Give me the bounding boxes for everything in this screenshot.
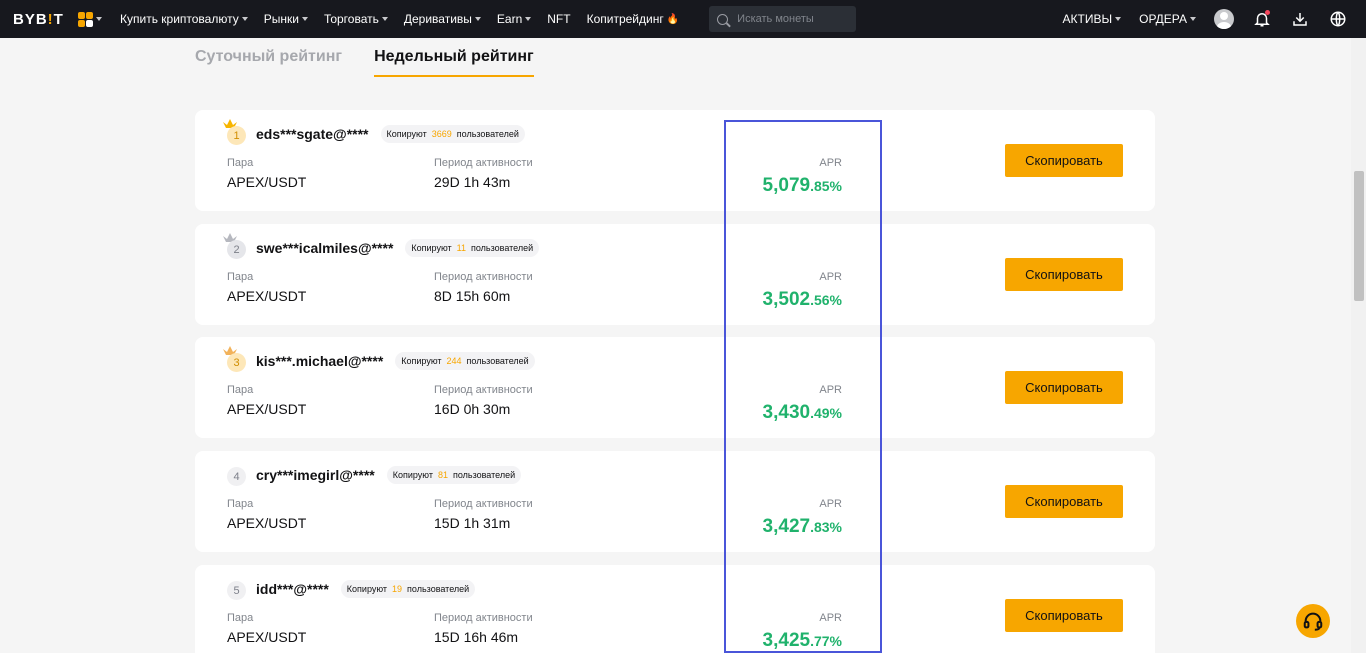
copiers-badge: Копируют 81 пользователей (386, 466, 522, 485)
chevron-down-icon (525, 17, 532, 21)
rank-badge: 5 (227, 581, 246, 600)
period-value: 16D 0h 30m (434, 401, 511, 417)
trader-card: 4 cry***imegirl@**** Копируют 81 пользовате… (195, 451, 1155, 552)
copy-button[interactable]: Скопировать (1005, 485, 1123, 518)
pair-label: Пара (227, 271, 254, 283)
chevron-down-icon (301, 17, 308, 21)
download-button[interactable] (1290, 9, 1310, 29)
nav-buy-crypto[interactable]: Купить криптовалюту (120, 12, 248, 26)
pair-label: Пара (227, 384, 254, 396)
notification-dot (1265, 10, 1270, 15)
bybit-logo[interactable]: BYB!T (13, 11, 63, 28)
copy-button[interactable]: Скопировать (1005, 258, 1123, 291)
nav-trade[interactable]: Торговать (324, 12, 388, 26)
period-label: Период активности (434, 271, 533, 283)
pair-label: Пара (227, 612, 254, 624)
pair-value: APEX/USDT (227, 401, 307, 417)
apr-label: APR (819, 612, 842, 624)
trader-card: 1 eds***sgate@**** Копируют 3669 пользовате… (195, 110, 1155, 211)
period-value: 8D 15h 60m (434, 288, 511, 304)
apr-value: 3,430.49% (762, 402, 842, 423)
nav-copy-trading[interactable]: Копитрейдинг 🔥 (587, 12, 680, 26)
trader-card: 3 kis***.michael@**** Копируют 244 пользова… (195, 337, 1155, 438)
rank-badge: 2 (227, 240, 246, 259)
apr-value: 3,427.83% (762, 516, 842, 537)
nav-markets[interactable]: Рынки (264, 12, 308, 26)
headset-icon (1303, 612, 1323, 631)
scrollbar-thumb[interactable] (1354, 171, 1364, 301)
search-icon (717, 13, 729, 25)
main-nav: Купить криптовалюту Рынки Торговать Дери… (120, 12, 695, 26)
search-input[interactable] (737, 13, 848, 25)
page-scrollbar[interactable] (1351, 38, 1366, 653)
period-value: 15D 16h 46m (434, 629, 519, 645)
apps-grid-icon (78, 11, 93, 27)
trader-name[interactable]: eds***sgate@**** Копируют 3669 пользователе… (256, 125, 525, 144)
trader-card: 2 swe***icalmiles@**** Копируют 11 пользова… (195, 224, 1155, 325)
copy-button[interactable]: Скопировать (1005, 371, 1123, 404)
trader-name[interactable]: idd***@**** Копируют 19 пользователей (256, 580, 476, 599)
trader-name[interactable]: kis***.michael@**** Копируют 244 пользовате… (256, 352, 535, 371)
apr-label: APR (819, 157, 842, 169)
pair-value: APEX/USDT (227, 629, 307, 645)
trader-name[interactable]: cry***imegirl@**** Копируют 81 пользователе… (256, 466, 522, 485)
period-value: 29D 1h 43m (434, 174, 511, 190)
language-button[interactable] (1328, 9, 1348, 29)
rank-badge: 1 (227, 126, 246, 145)
header-right: АКТИВЫ ОРДЕРА (1063, 0, 1366, 38)
top-navigation-bar: BYB!T Купить криптовалюту Рынки Торговат… (0, 0, 1366, 38)
pair-label: Пара (227, 157, 254, 169)
search-box[interactable] (709, 6, 857, 32)
fire-icon: 🔥 (666, 13, 680, 25)
notifications-button[interactable] (1252, 9, 1272, 29)
period-label: Период активности (434, 384, 533, 396)
copiers-badge: Копируют 3669 пользователей (380, 125, 525, 144)
nav-derivatives[interactable]: Деривативы (404, 12, 481, 26)
support-chat-button[interactable] (1296, 604, 1330, 638)
copiers-badge: Копируют 244 пользователей (395, 352, 535, 371)
pair-label: Пара (227, 498, 254, 510)
pair-value: APEX/USDT (227, 174, 307, 190)
tab-daily-rating[interactable]: Суточный рейтинг (195, 38, 342, 77)
tab-weekly-rating[interactable]: Недельный рейтинг (374, 38, 534, 77)
nav-nft[interactable]: NFT (547, 12, 570, 26)
assets-menu[interactable]: АКТИВЫ (1063, 12, 1122, 26)
apr-label: APR (819, 384, 842, 396)
rank-badge: 4 (227, 467, 246, 486)
trader-name[interactable]: swe***icalmiles@**** Копируют 11 пользовате… (256, 239, 540, 258)
period-value: 15D 1h 31m (434, 515, 511, 531)
copiers-badge: Копируют 11 пользователей (405, 239, 540, 258)
apps-menu-button[interactable] (78, 11, 102, 27)
globe-icon (1330, 11, 1346, 27)
download-icon (1293, 13, 1307, 26)
pair-value: APEX/USDT (227, 288, 307, 304)
copiers-badge: Копируют 19 пользователей (340, 580, 476, 599)
period-label: Период активности (434, 612, 533, 624)
apr-value: 5,079.85% (762, 175, 842, 196)
avatar[interactable] (1214, 9, 1234, 29)
chevron-down-icon (1115, 17, 1122, 21)
chevron-down-icon (474, 17, 481, 21)
chevron-down-icon (96, 17, 102, 21)
orders-menu[interactable]: ОРДЕРА (1139, 12, 1196, 26)
period-label: Период активности (434, 157, 533, 169)
nav-earn[interactable]: Earn (497, 12, 532, 26)
copy-button[interactable]: Скопировать (1005, 599, 1123, 632)
rating-tabs: Суточный рейтинг Недельный рейтинг (195, 38, 566, 78)
pair-value: APEX/USDT (227, 515, 307, 531)
trader-card: 5 idd***@**** Копируют 19 пользователей Пар… (195, 565, 1155, 653)
apr-value: 3,425.77% (762, 630, 842, 651)
apr-value: 3,502.56% (762, 289, 842, 310)
apr-label: APR (819, 271, 842, 283)
copy-button[interactable]: Скопировать (1005, 144, 1123, 177)
chevron-down-icon (1190, 17, 1196, 21)
period-label: Период активности (434, 498, 533, 510)
chevron-down-icon (241, 17, 248, 21)
apr-label: APR (819, 498, 842, 510)
chevron-down-icon (381, 17, 388, 21)
rank-badge: 3 (227, 353, 246, 372)
